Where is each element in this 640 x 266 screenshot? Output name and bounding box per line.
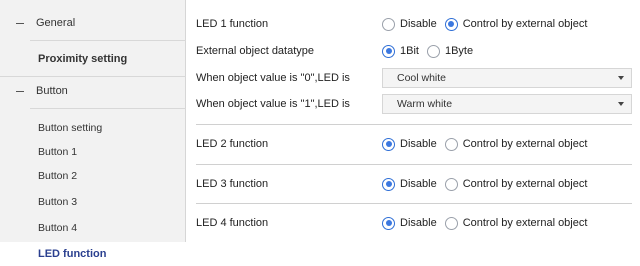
radio-label: Disable (400, 217, 437, 229)
object-value-1-select[interactable]: Warm white (382, 94, 632, 114)
radio-selected-icon (382, 44, 395, 58)
sidebar-item-button-1[interactable]: Button 1 (0, 140, 186, 164)
radio-circle-icon (426, 44, 440, 58)
radio-label: Disable (400, 178, 437, 190)
chevron-down-icon (618, 76, 624, 80)
divider (196, 203, 632, 204)
radio-label: Disable (400, 138, 437, 150)
sidebar-item-button-3[interactable]: Button 3 (0, 190, 186, 214)
sidebar-item-label: Proximity setting (38, 53, 128, 65)
select-value: Warm white (397, 98, 453, 110)
sidebar-item-label: LED function (38, 248, 107, 260)
sidebar-group-button[interactable]: Button (0, 76, 186, 106)
led2-disable-radio[interactable]: Disable (382, 137, 437, 151)
sidebar-item-led-function[interactable]: LED function (0, 242, 186, 266)
radio-label: 1Bit (400, 45, 419, 57)
radio-label: Control by external object (462, 217, 588, 229)
led2-function-label: LED 2 function (196, 138, 269, 150)
sidebar-item-button-setting[interactable]: Button setting (0, 116, 186, 140)
sidebar-item-label: Button setting (38, 122, 103, 134)
divider (196, 124, 632, 125)
led1-function-label: LED 1 function (196, 18, 269, 30)
sidebar-group-label: Button (36, 85, 68, 97)
sidebar-group-general[interactable]: General (0, 8, 186, 38)
radio-selected-icon (382, 177, 395, 191)
radio-label: Disable (400, 18, 437, 30)
object-value-1-label: When object value is "1",LED is (196, 98, 350, 110)
object-value-0-label: When object value is "0",LED is (196, 72, 350, 84)
divider (30, 40, 186, 41)
sidebar-item-label: Button 1 (38, 146, 78, 158)
sidebar-item-button-2[interactable]: Button 2 (0, 164, 186, 188)
radio-label: Control by external object (462, 178, 588, 190)
select-value: Cool white (397, 72, 447, 84)
radio-selected-icon (382, 137, 395, 151)
radio-label: Control by external object (462, 18, 588, 30)
led3-disable-radio[interactable]: Disable (382, 177, 437, 191)
led4-control-external-radio[interactable]: Control by external object (444, 216, 588, 230)
sidebar-item-button-4[interactable]: Button 4 (0, 216, 186, 240)
led3-function-radio-group: Disable Control by external object (382, 177, 587, 191)
radio-circle-icon (444, 216, 458, 230)
led4-function-radio-group: Disable Control by external object (382, 216, 587, 230)
sidebar-item-label: Button 2 (38, 170, 78, 182)
radio-label: 1Byte (444, 45, 474, 57)
sidebar-item-label: Button 4 (38, 222, 78, 234)
divider (196, 164, 632, 165)
datatype-1byte-radio[interactable]: 1Byte (426, 44, 474, 58)
radio-circle-icon (444, 137, 458, 151)
led1-control-external-radio[interactable]: Control by external object (444, 17, 588, 31)
collapse-icon (16, 90, 24, 92)
led1-disable-radio[interactable]: Disable (382, 17, 437, 31)
sidebar-group-label: General (36, 17, 76, 29)
sidebar: General Proximity setting Button Button … (0, 0, 186, 266)
radio-circle-icon (444, 177, 458, 191)
led3-control-external-radio[interactable]: Control by external object (444, 177, 588, 191)
divider (30, 108, 186, 109)
radio-circle-icon (382, 17, 395, 31)
radio-selected-icon (382, 216, 395, 230)
led2-control-external-radio[interactable]: Control by external object (444, 137, 588, 151)
led3-function-label: LED 3 function (196, 178, 269, 190)
radio-selected-icon (444, 17, 458, 31)
datatype-radio-group: 1Bit 1Byte (382, 44, 473, 58)
led1-function-radio-group: Disable Control by external object (382, 17, 587, 31)
chevron-down-icon (618, 102, 624, 106)
collapse-icon (16, 22, 24, 24)
radio-label: Control by external object (462, 138, 588, 150)
led4-disable-radio[interactable]: Disable (382, 216, 437, 230)
object-value-0-select[interactable]: Cool white (382, 68, 632, 88)
sidebar-item-proximity-setting[interactable]: Proximity setting (0, 47, 186, 71)
datatype-1bit-radio[interactable]: 1Bit (382, 44, 419, 58)
external-object-datatype-label: External object datatype (196, 45, 315, 57)
led2-function-radio-group: Disable Control by external object (382, 137, 587, 151)
led4-function-label: LED 4 function (196, 217, 269, 229)
sidebar-item-label: Button 3 (38, 196, 78, 208)
